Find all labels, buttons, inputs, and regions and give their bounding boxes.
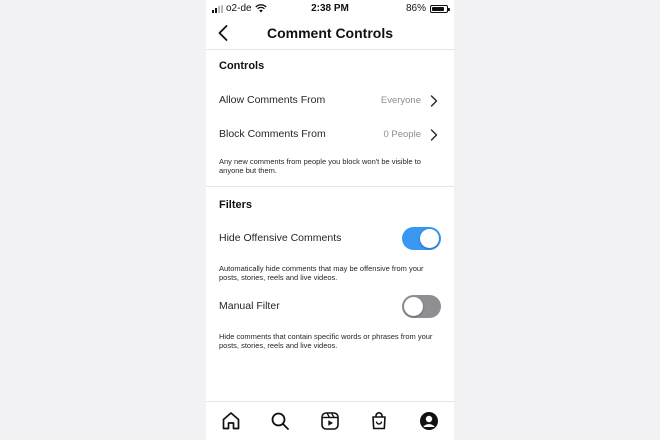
chevron-right-icon [430, 129, 438, 141]
section-title-controls: Controls [219, 60, 265, 72]
hide-offensive-toggle[interactable] [402, 227, 441, 250]
shop-icon [372, 412, 386, 430]
phone-screen: o2-de 2:38 PM 86% Comment Controls Contr… [206, 0, 454, 440]
block-comments-note: Any new comments from people you block w… [219, 157, 421, 175]
header: Comment Controls [206, 17, 454, 50]
chevron-right-icon [430, 95, 438, 107]
tab-bar [206, 401, 454, 440]
block-comments-row[interactable]: Block Comments From 0 People [206, 122, 454, 148]
block-comments-label: Block Comments From [219, 128, 326, 140]
section-title-filters: Filters [219, 199, 253, 211]
block-comments-value: 0 People [383, 129, 421, 140]
tab-profile[interactable] [418, 410, 440, 432]
hide-offensive-label: Hide Offensive Comments [219, 232, 342, 244]
manual-filter-toggle[interactable] [402, 295, 441, 318]
manual-filter-note: Hide comments that contain specific word… [219, 332, 433, 350]
reels-icon [321, 412, 339, 430]
tab-shop[interactable] [368, 410, 390, 432]
status-bar: o2-de 2:38 PM 86% [206, 0, 454, 15]
section-divider [206, 186, 454, 187]
hide-offensive-note: Automatically hide comments that may be … [219, 264, 424, 282]
battery-percent: 86% [405, 3, 426, 14]
battery-icon [430, 4, 450, 13]
allow-comments-value: Everyone [380, 95, 421, 106]
manual-filter-label: Manual Filter [219, 300, 280, 312]
home-icon [222, 412, 240, 430]
toggle-knob [404, 297, 423, 316]
allow-comments-label: Allow Comments From [219, 94, 326, 106]
tab-home[interactable] [220, 410, 242, 432]
toggle-knob [420, 229, 439, 248]
search-icon [271, 412, 289, 430]
profile-icon [420, 412, 438, 430]
tab-search[interactable] [269, 410, 291, 432]
tab-reels[interactable] [319, 410, 341, 432]
allow-comments-row[interactable]: Allow Comments From Everyone [206, 88, 454, 114]
page-title: Comment Controls [267, 25, 393, 41]
